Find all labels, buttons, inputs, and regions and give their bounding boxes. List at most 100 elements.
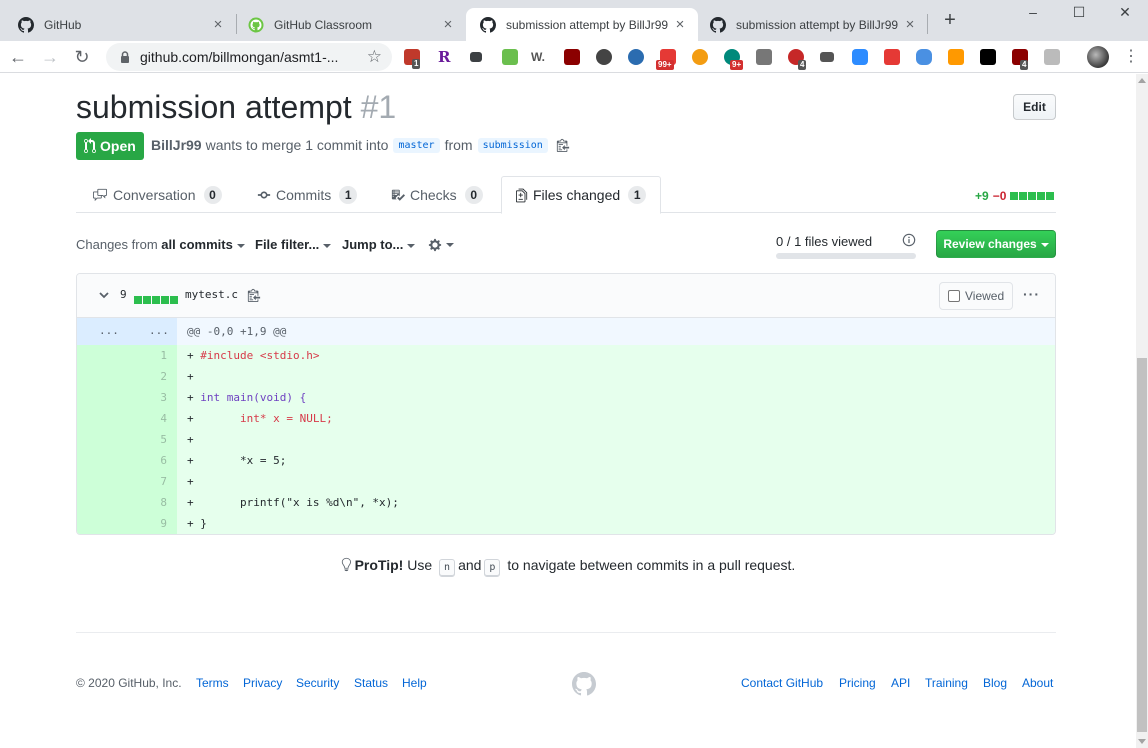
footer-link-blog[interactable]: Blog <box>983 676 1007 690</box>
close-tab-icon[interactable]: × <box>210 16 226 33</box>
old-line-number[interactable] <box>77 492 127 513</box>
reload-icon[interactable]: ↻ <box>70 45 94 69</box>
new-line-number[interactable]: 4 <box>127 408 177 429</box>
extension-icon[interactable] <box>502 49 518 65</box>
zoom-extension-icon[interactable] <box>852 49 868 65</box>
extension-icon[interactable] <box>820 52 834 62</box>
head-branch[interactable]: submission <box>477 137 548 153</box>
hunk-gutter[interactable]: ...... <box>77 318 177 345</box>
changes-from-dropdown[interactable]: Changes from all commits <box>76 237 245 252</box>
maximize-button[interactable]: ☐ <box>1056 0 1102 30</box>
footer-link-training[interactable]: Training <box>925 676 968 690</box>
footer-link-security[interactable]: Security <box>296 676 339 690</box>
file-filter-label: File filter... <box>255 237 320 252</box>
pdf-extension-icon[interactable] <box>564 49 580 65</box>
diff-settings-dropdown[interactable] <box>428 236 454 252</box>
tab-commits[interactable]: Commits 1 <box>257 176 358 213</box>
old-line-number[interactable] <box>77 513 127 534</box>
merge-text: wants to merge 1 commit into <box>205 137 389 153</box>
minimize-button[interactable]: – <box>1010 0 1056 30</box>
footer-link-privacy[interactable]: Privacy <box>243 676 282 690</box>
extension-icon[interactable] <box>884 49 900 65</box>
diff-line: 8 + printf("x is %d\n", *x); <box>77 492 1055 513</box>
footer-link-pricing[interactable]: Pricing <box>839 676 876 690</box>
close-window-button[interactable]: ✕ <box>1102 0 1148 30</box>
extension-badge: 4 <box>1020 60 1029 70</box>
old-line-number[interactable] <box>77 366 127 387</box>
review-changes-button[interactable]: Review changes <box>936 230 1056 258</box>
extension-icon[interactable] <box>470 52 482 62</box>
chevron-down-icon[interactable] <box>97 288 111 302</box>
close-tab-icon[interactable]: × <box>440 16 456 33</box>
extension-icon[interactable] <box>756 49 772 65</box>
old-line-number[interactable] <box>77 387 127 408</box>
extension-icon[interactable] <box>692 49 708 65</box>
edit-button[interactable]: Edit <box>1013 94 1056 120</box>
new-line-number[interactable]: 9 <box>127 513 177 534</box>
page-scrollbar[interactable] <box>1136 74 1148 748</box>
classroom-icon <box>248 17 264 32</box>
new-line-number[interactable]: 2 <box>127 366 177 387</box>
extension-w-icon[interactable]: W. <box>531 49 547 65</box>
close-tab-icon[interactable]: × <box>672 16 688 33</box>
footer-copyright: © 2020 GitHub, Inc. <box>76 676 182 690</box>
diff-prefix: + <box>187 370 201 383</box>
diffstat: +9 −0 <box>975 189 1055 203</box>
new-line-number[interactable]: 1 <box>127 345 177 366</box>
back-icon[interactable]: ← <box>6 45 30 69</box>
bookmark-star-icon[interactable]: ☆ <box>367 47 382 67</box>
extension-icon[interactable] <box>980 49 996 65</box>
globe-extension-icon[interactable] <box>628 49 644 65</box>
close-tab-icon[interactable]: × <box>902 16 918 33</box>
jump-to-dropdown[interactable]: Jump to... <box>342 237 416 252</box>
author-link[interactable]: BillJr99 <box>151 137 202 153</box>
new-line-number[interactable]: 5 <box>127 429 177 450</box>
new-line-number[interactable]: 6 <box>127 450 177 471</box>
old-line-number[interactable] <box>77 408 127 429</box>
new-line-number[interactable]: 7 <box>127 471 177 492</box>
footer-link-about[interactable]: About <box>1022 676 1053 690</box>
old-line-number[interactable] <box>77 345 127 366</box>
more-options-icon[interactable]: ··· <box>1023 286 1040 302</box>
extension-icon[interactable] <box>1044 49 1060 65</box>
viewed-checkbox[interactable]: Viewed <box>939 282 1013 310</box>
extension-icon[interactable] <box>596 49 612 65</box>
clipboard-icon[interactable] <box>247 288 261 302</box>
new-line-number[interactable]: 3 <box>127 387 177 408</box>
amazon-extension-icon[interactable] <box>948 49 964 65</box>
footer-link-status[interactable]: Status <box>354 676 388 690</box>
base-branch[interactable]: master <box>393 137 440 153</box>
browser-tab-duplicate[interactable]: submission attempt by BillJr99 × <box>696 8 928 41</box>
footer-link-terms[interactable]: Terms <box>196 676 229 690</box>
scroll-up-arrow-icon[interactable] <box>1138 78 1146 83</box>
scrollbar-thumb[interactable] <box>1137 358 1147 732</box>
clipboard-icon[interactable] <box>556 138 570 152</box>
old-line-number[interactable] <box>77 450 127 471</box>
file-name-link[interactable]: mytest.c <box>185 288 238 301</box>
cloud-extension-icon[interactable] <box>916 49 932 65</box>
browser-tab-classroom[interactable]: GitHub Classroom × <box>234 8 466 41</box>
scroll-down-arrow-icon[interactable] <box>1138 739 1146 744</box>
footer-link-api[interactable]: API <box>891 676 910 690</box>
old-line-number[interactable] <box>77 429 127 450</box>
browser-tab-github[interactable]: GitHub × <box>4 8 236 41</box>
new-line-number[interactable]: 8 <box>127 492 177 513</box>
profile-avatar[interactable] <box>1087 46 1109 68</box>
footer-link-contact[interactable]: Contact GitHub <box>741 676 823 690</box>
tab-conversation[interactable]: Conversation 0 <box>92 176 222 213</box>
url-text: github.com/billmongan/asmt1-... <box>140 49 339 65</box>
browser-tab-active[interactable]: submission attempt by BillJr99 × <box>466 8 698 41</box>
github-mark-icon[interactable] <box>572 672 596 696</box>
address-bar[interactable]: github.com/billmongan/asmt1-... ☆ <box>106 43 392 71</box>
extension-badge: 9+ <box>730 60 744 70</box>
tab-files-changed[interactable]: Files changed 1 <box>501 176 662 214</box>
extension-r-icon[interactable]: R <box>438 49 454 65</box>
footer-link-help[interactable]: Help <box>402 676 427 690</box>
browser-menu-icon[interactable]: ⋮ <box>1123 46 1139 68</box>
forward-icon[interactable]: → <box>38 45 62 69</box>
old-line-number[interactable] <box>77 471 127 492</box>
new-tab-button[interactable]: + <box>940 10 960 30</box>
tab-checks[interactable]: Checks 0 <box>391 176 483 213</box>
info-icon[interactable] <box>902 233 916 247</box>
file-filter-dropdown[interactable]: File filter... <box>255 237 332 252</box>
